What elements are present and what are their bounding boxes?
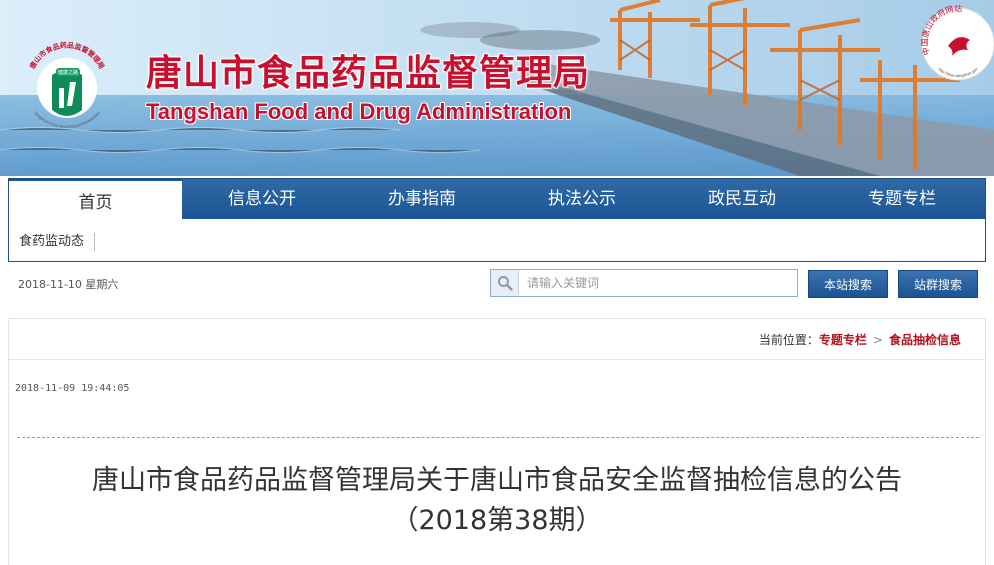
divider xyxy=(9,359,985,360)
site-title-english: Tangshan Food and Drug Administration xyxy=(146,99,572,124)
breadcrumb-link-food-inspection[interactable]: 食品抽检信息 xyxy=(889,331,961,348)
dashed-divider xyxy=(17,437,979,438)
search-icon[interactable] xyxy=(491,270,519,296)
breadcrumb-prefix: 当前位置： xyxy=(758,333,819,347)
site-search-button[interactable]: 本站搜索 xyxy=(808,270,888,298)
group-search-button[interactable]: 站群搜索 xyxy=(898,270,978,298)
nav-item-law-enforcement[interactable]: 执法公示 xyxy=(502,179,662,219)
nav-item-home[interactable]: 首页 xyxy=(9,179,182,221)
logo-icon: 健康之路 唐山市食品药品监督管理局 Tangshan Food and Drug… xyxy=(28,40,107,129)
publish-time: 2018-11-09 19:44:05 xyxy=(15,383,130,394)
nav-item-service-guide[interactable]: 办事指南 xyxy=(342,179,502,219)
search-box xyxy=(490,269,798,297)
svg-text:健康之路: 健康之路 xyxy=(58,69,78,76)
nav-item-interaction[interactable]: 政民互动 xyxy=(662,179,822,219)
subnav-item-news[interactable]: 食药监动态 xyxy=(19,233,96,251)
breadcrumb-link-special-topics[interactable]: 专题专栏 xyxy=(819,331,867,348)
gov-seal-icon[interactable]: 中国唐山政府网站 http://www.tangshan.gov xyxy=(918,4,994,84)
article-panel: 当前位置： 专题专栏 > 食品抽检信息 2018-11-09 19:44:05 … xyxy=(8,318,986,565)
breadcrumb: 当前位置： 专题专栏 > 食品抽检信息 xyxy=(759,331,961,348)
article-title: 唐山市食品药品监督管理局关于唐山市食品安全监督抽检信息的公告 （2018第38期… xyxy=(9,461,985,541)
search-input[interactable] xyxy=(519,271,789,295)
nav-item-info-disclosure[interactable]: 信息公开 xyxy=(182,179,342,219)
article-title-line1: 唐山市食品药品监督管理局关于唐山市食品安全监督抽检信息的公告 xyxy=(92,465,902,496)
main-navigation: 首页 信息公开 办事指南 执法公示 政民互动 专题专栏 食药监动态 xyxy=(8,178,986,262)
chevron-right-icon: > xyxy=(872,332,883,347)
article-title-line2: （2018第38期） xyxy=(391,505,603,536)
current-date: 2018-11-10 星期六 xyxy=(18,278,119,291)
nav-bar: 首页 信息公开 办事指南 执法公示 政民互动 专题专栏 xyxy=(9,179,985,221)
site-title: 唐山市食品药品监督管理局 xyxy=(146,53,591,94)
site-banner: 健康之路 唐山市食品药品监督管理局 Tangshan Food and Drug… xyxy=(0,0,994,176)
nav-item-special-topics[interactable]: 专题专栏 xyxy=(822,179,982,219)
